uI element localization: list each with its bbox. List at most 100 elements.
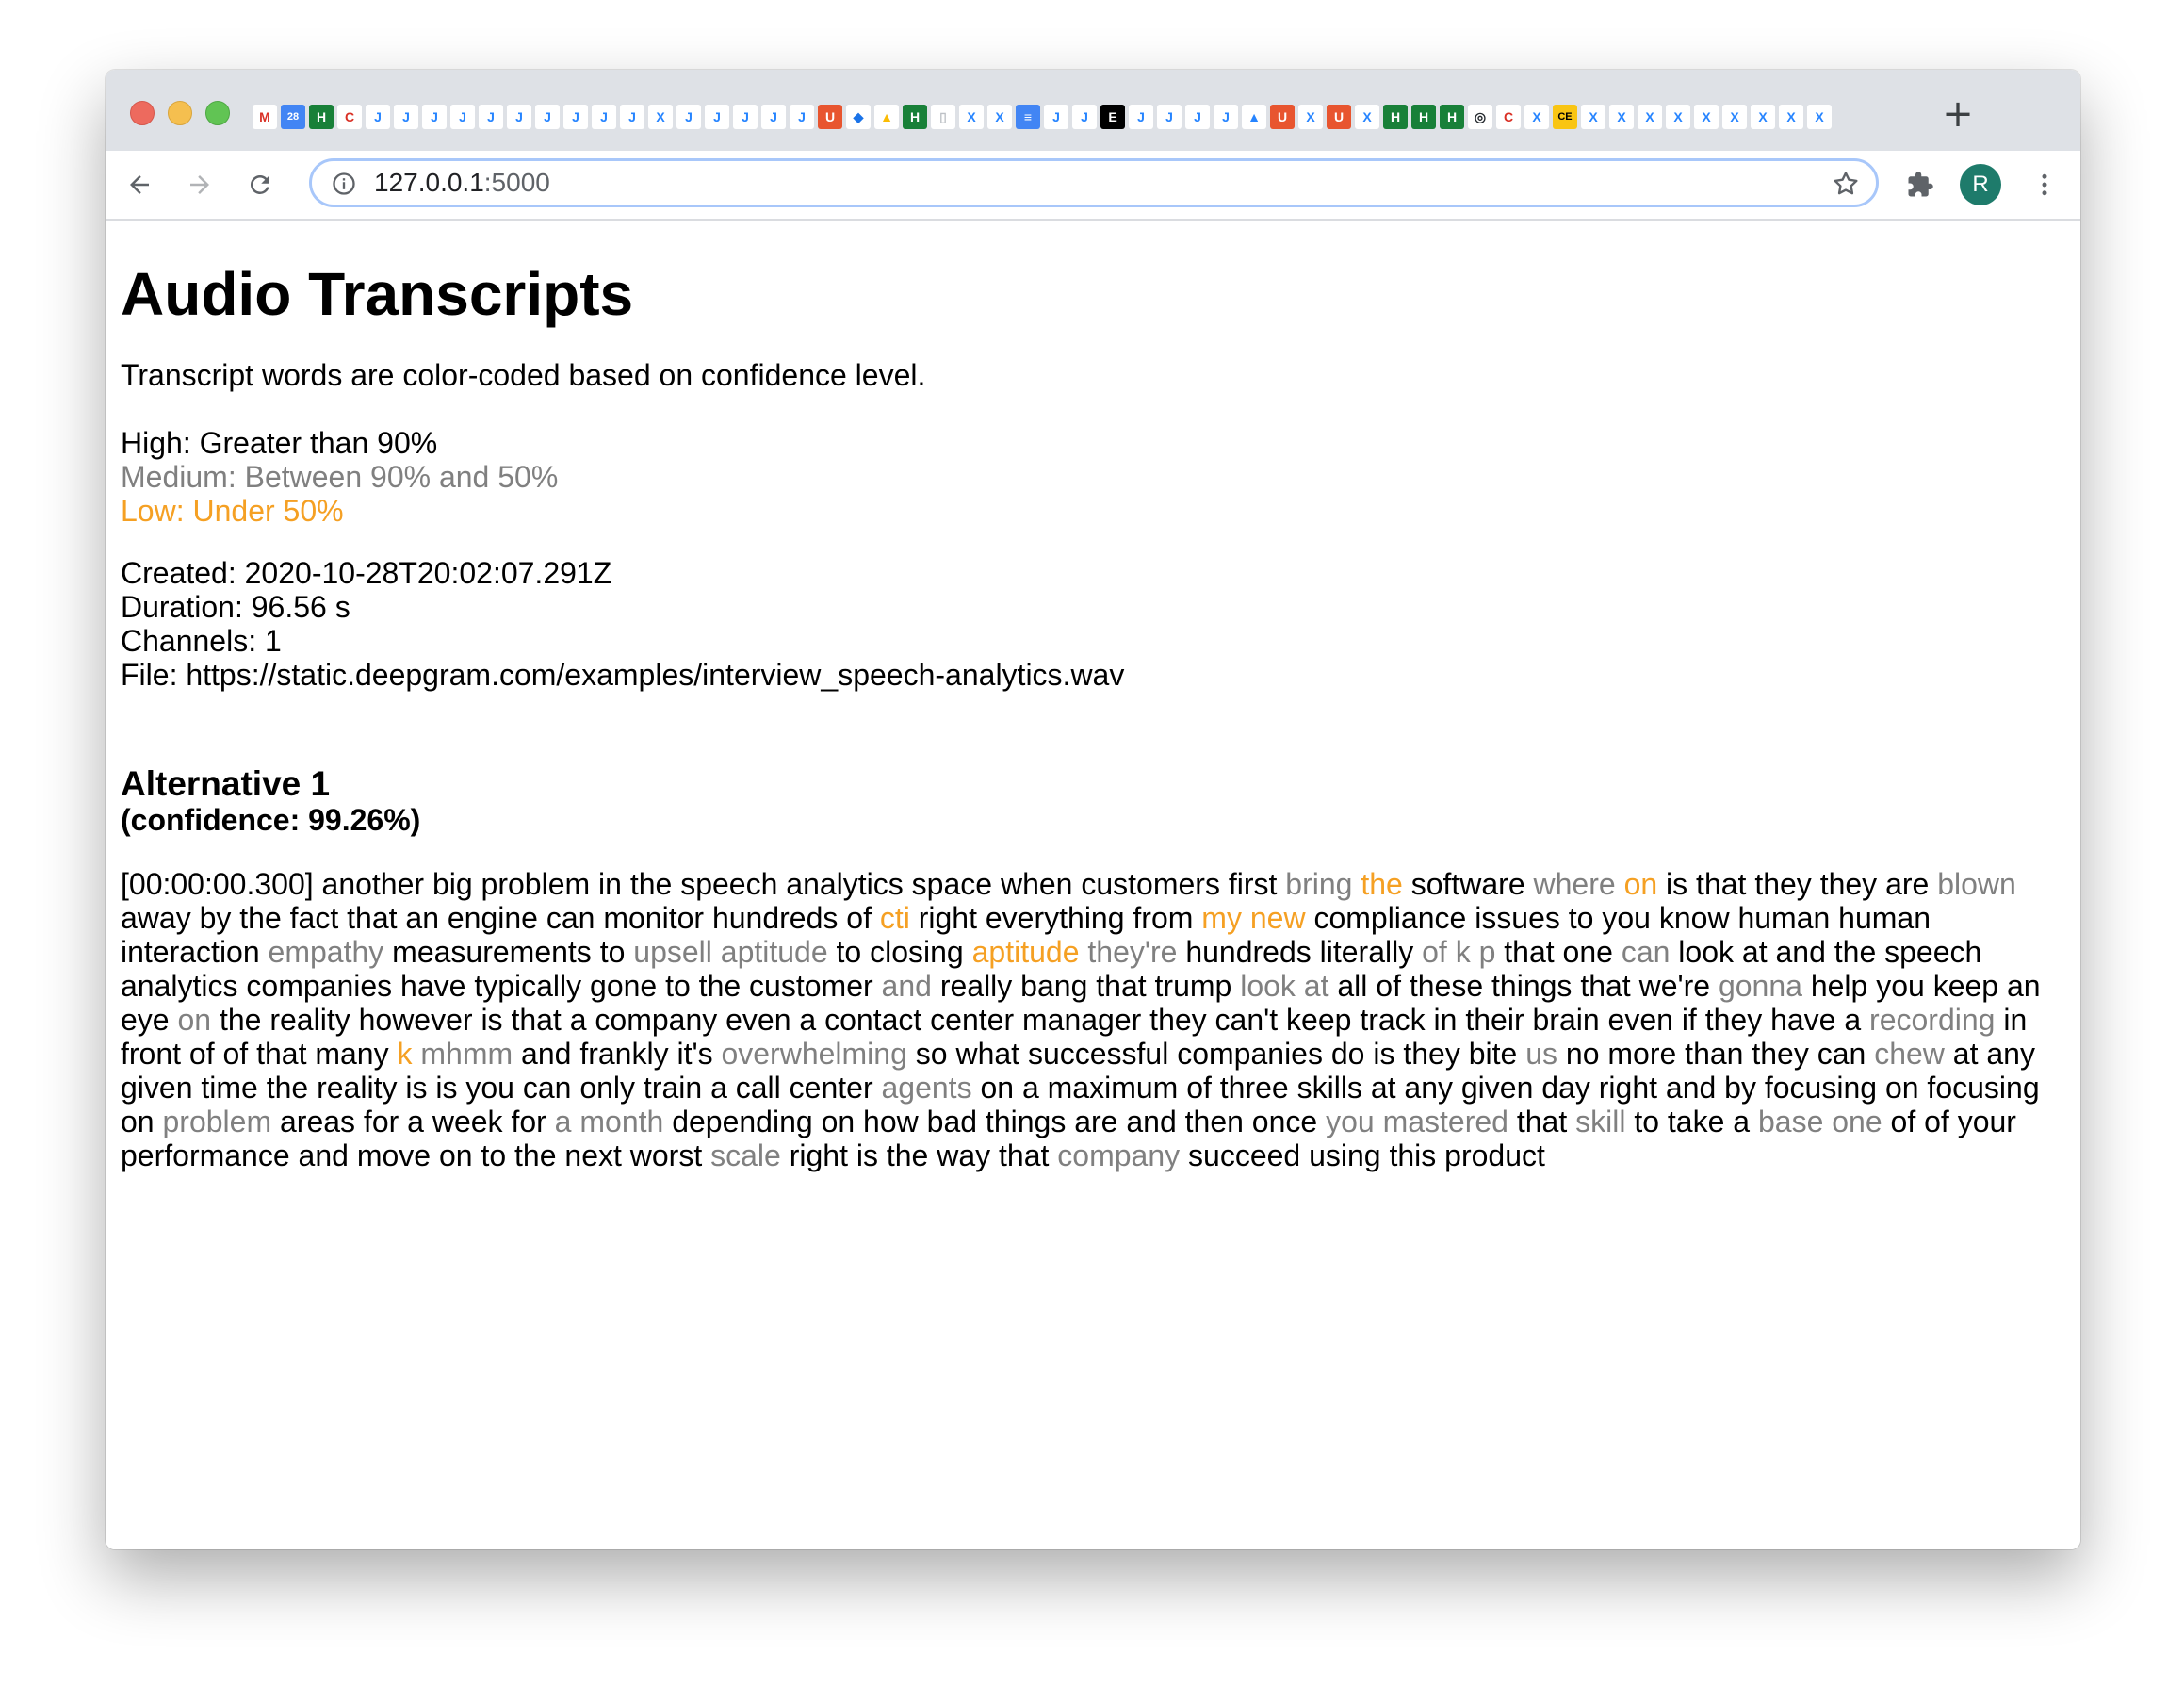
sheets-icon[interactable]: H bbox=[1383, 105, 1408, 129]
page-content: Audio Transcripts Transcript words are c… bbox=[106, 221, 2080, 1549]
confluence-icon[interactable]: X bbox=[1638, 105, 1662, 129]
confluence-icon[interactable]: X bbox=[959, 105, 984, 129]
legend-medium: Medium: Between 90% and 50% bbox=[121, 460, 559, 494]
confluence-icon[interactable]: X bbox=[1581, 105, 1605, 129]
confluence-icon[interactable]: X bbox=[1666, 105, 1690, 129]
jira-icon[interactable]: J bbox=[394, 105, 418, 129]
jira-icon[interactable]: J bbox=[676, 105, 701, 129]
browser-menu-button[interactable] bbox=[2024, 164, 2065, 205]
transcript-word-high: away by the fact that an engine can moni… bbox=[121, 901, 872, 935]
transcript-word-medium: overwhelming bbox=[721, 1037, 907, 1071]
confluence-icon[interactable]: X bbox=[1751, 105, 1775, 129]
jira-icon[interactable]: J bbox=[366, 105, 390, 129]
transcript-word-medium: bring bbox=[1285, 867, 1353, 901]
ce-icon[interactable]: CE bbox=[1553, 105, 1577, 129]
tab-favicon-row: M 28 H C J J J J J J J J J J X J J J J J U ◆ ▲ H ▯ X X ≡ J J E J J J J ▲ U X U… bbox=[253, 102, 1977, 132]
transcript-word-medium: on bbox=[177, 1003, 212, 1037]
page-title: Audio Transcripts bbox=[121, 260, 634, 328]
jira-icon[interactable]: J bbox=[705, 105, 729, 129]
calendar-icon[interactable]: 28 bbox=[281, 105, 305, 129]
confluence-icon[interactable]: X bbox=[987, 105, 1012, 129]
transcript-word-low: aptitude bbox=[971, 935, 1080, 969]
transcript-word-medium: skill bbox=[1575, 1105, 1626, 1138]
shield-icon[interactable]: U bbox=[818, 105, 842, 129]
reload-button[interactable] bbox=[239, 164, 281, 205]
transcript-word-high: really bang that trump bbox=[939, 969, 1232, 1003]
shield-icon[interactable]: U bbox=[1270, 105, 1295, 129]
confluence-icon[interactable]: X bbox=[1355, 105, 1379, 129]
drive-icon[interactable]: ▲ bbox=[874, 105, 899, 129]
sheets-icon[interactable]: H bbox=[309, 105, 334, 129]
info-icon[interactable] bbox=[331, 171, 357, 197]
refresh-red-icon[interactable]: C bbox=[1496, 105, 1521, 129]
transcript-word-high: that bbox=[1516, 1105, 1568, 1138]
diamond-icon[interactable]: ◆ bbox=[846, 105, 871, 129]
confluence-icon[interactable]: X bbox=[1609, 105, 1634, 129]
window-close-button[interactable] bbox=[130, 101, 155, 125]
new-tab-button[interactable]: + bbox=[1939, 95, 1977, 133]
url-text[interactable]: 127.0.0.1:5000 bbox=[374, 161, 550, 205]
refresh-red-icon[interactable]: C bbox=[337, 105, 362, 129]
transcript-word-medium: mhmm bbox=[420, 1037, 513, 1071]
sheets-icon[interactable]: H bbox=[903, 105, 927, 129]
jira-icon[interactable]: J bbox=[1044, 105, 1068, 129]
created-field: Created: 2020-10-28T20:02:07.291Z bbox=[121, 556, 612, 590]
jira-icon[interactable]: J bbox=[1129, 105, 1153, 129]
bookmark-star-icon[interactable] bbox=[1831, 169, 1861, 199]
transcript-metadata: Created: 2020-10-28T20:02:07.291Z Durati… bbox=[121, 556, 2065, 692]
black-e-icon[interactable]: E bbox=[1100, 105, 1125, 129]
transcript-word-high: and frankly it's bbox=[521, 1037, 713, 1071]
docs-icon[interactable]: ≡ bbox=[1016, 105, 1040, 129]
legend-intro: Transcript words are color-coded based o… bbox=[121, 358, 926, 392]
jira-icon[interactable]: J bbox=[1185, 105, 1210, 129]
gmail-icon[interactable]: M bbox=[253, 105, 277, 129]
transcript-word-high: measurements to bbox=[392, 935, 626, 969]
jira-icon[interactable]: J bbox=[1214, 105, 1238, 129]
transcript-word-medium: you mastered bbox=[1326, 1105, 1508, 1138]
transcript-text: [00:00:00.300] another big problem in th… bbox=[121, 867, 2065, 1172]
window-minimize-button[interactable] bbox=[168, 101, 192, 125]
legend-low: Low: Under 50% bbox=[121, 494, 344, 528]
window-maximize-button[interactable] bbox=[205, 101, 230, 125]
jira-icon[interactable]: J bbox=[1157, 105, 1182, 129]
transcript-word-medium: where bbox=[1533, 867, 1616, 901]
atlassian-icon[interactable]: ▲ bbox=[1242, 105, 1266, 129]
confluence-icon[interactable]: X bbox=[1807, 105, 1832, 129]
jira-icon[interactable]: J bbox=[733, 105, 758, 129]
transcript-word-high: right everything from bbox=[918, 901, 1194, 935]
confluence-icon[interactable]: X bbox=[1722, 105, 1747, 129]
transcript-word-medium: a month bbox=[554, 1105, 664, 1138]
jira-icon[interactable]: J bbox=[1072, 105, 1097, 129]
confluence-icon[interactable]: X bbox=[1298, 105, 1323, 129]
jira-icon[interactable]: J bbox=[535, 105, 560, 129]
blank-page-icon[interactable]: ▯ bbox=[931, 105, 955, 129]
jira-icon[interactable]: J bbox=[592, 105, 616, 129]
back-button[interactable] bbox=[119, 164, 160, 205]
sheets-icon[interactable]: H bbox=[1411, 105, 1436, 129]
sheets-icon[interactable]: H bbox=[1440, 105, 1464, 129]
jira-icon[interactable]: J bbox=[790, 105, 814, 129]
transcript-word-medium: scale bbox=[710, 1138, 781, 1172]
jira-icon[interactable]: J bbox=[450, 105, 475, 129]
confidence-legend: High: Greater than 90% Medium: Between 9… bbox=[121, 426, 2065, 528]
confluence-icon[interactable]: X bbox=[1779, 105, 1803, 129]
legend-high: High: Greater than 90% bbox=[121, 426, 438, 460]
transcript-word-high: areas for a week for bbox=[279, 1105, 546, 1138]
extensions-button[interactable] bbox=[1899, 164, 1941, 205]
transcript-word-high: right is the way that bbox=[789, 1138, 1050, 1172]
jira-icon[interactable]: J bbox=[620, 105, 644, 129]
address-bar[interactable]: 127.0.0.1:5000 bbox=[309, 158, 1879, 207]
jira-icon[interactable]: J bbox=[761, 105, 786, 129]
shield-icon[interactable]: U bbox=[1327, 105, 1351, 129]
jira-icon[interactable]: J bbox=[507, 105, 531, 129]
jira-icon[interactable]: J bbox=[563, 105, 588, 129]
profile-avatar[interactable]: R bbox=[1960, 164, 2001, 205]
jira-icon[interactable]: J bbox=[479, 105, 503, 129]
confluence-icon[interactable]: X bbox=[1524, 105, 1549, 129]
jira-icon[interactable]: J bbox=[422, 105, 447, 129]
confluence-icon[interactable]: X bbox=[1694, 105, 1719, 129]
github-icon[interactable]: ◎ bbox=[1468, 105, 1492, 129]
confluence-icon[interactable]: X bbox=[648, 105, 673, 129]
forward-button[interactable] bbox=[179, 164, 220, 205]
url-port: :5000 bbox=[483, 168, 550, 197]
